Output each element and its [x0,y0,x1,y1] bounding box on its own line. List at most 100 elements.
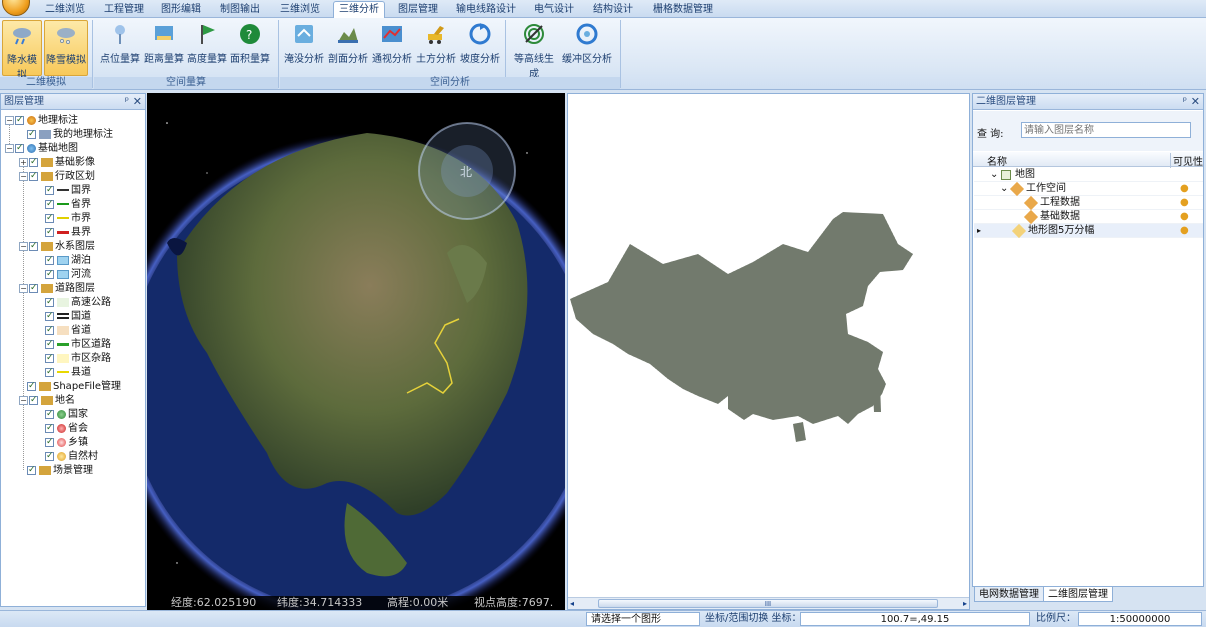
tab-project[interactable]: 工程管理 [98,2,150,18]
scroll-right-icon[interactable]: ▸ [963,599,967,608]
checkbox[interactable] [15,142,24,155]
coord-toggle-label[interactable]: 坐标/范围切换 坐标： [705,612,802,626]
tab-map-output[interactable]: 制图输出 [214,2,266,18]
pin-icon[interactable]: ᵖ [1183,94,1187,110]
tree-node[interactable]: 场景管理 [27,464,93,477]
tree-node[interactable]: −行政区划 [19,170,95,183]
checkbox[interactable] [29,170,38,183]
tree-node[interactable]: 国界 [45,184,91,197]
checkbox[interactable] [45,184,54,197]
bulb-icon[interactable]: ● [1180,196,1189,210]
checkbox[interactable] [45,422,54,435]
snow-sim-button[interactable]: 降雪模拟 [44,20,88,76]
table-row[interactable]: 工程数据 ● [974,195,1203,211]
tree-node[interactable]: 市界 [45,212,91,225]
earthwork-analysis-button[interactable]: 土方分析 [416,20,456,76]
rain-sim-button[interactable]: 降水模拟 [2,20,42,81]
checkbox[interactable] [45,408,54,421]
tab-3d-analysis[interactable]: 三维分析 [333,1,385,19]
tree-node[interactable]: 河流 [45,268,91,281]
tree-node[interactable]: ShapeFile管理 [27,380,121,393]
contour-generate-button[interactable]: 等高线生成 [510,20,558,80]
tree-node[interactable]: 省界 [45,198,91,211]
area-measure-button[interactable]: ? 面积量算 [230,20,270,76]
table-row[interactable]: 基础数据 ● [974,209,1203,225]
app-menu-button[interactable] [2,0,30,16]
checkbox[interactable] [29,156,38,169]
horizontal-scrollbar[interactable]: ◂ III ▸ [568,597,969,609]
checkbox[interactable] [45,310,54,323]
tab-graphic-edit[interactable]: 图形编辑 [156,2,206,18]
tree-node[interactable]: −道路图层 [19,282,95,295]
layer-search-input[interactable] [1021,122,1191,138]
checkbox[interactable] [29,394,38,407]
tree-node[interactable]: 乡镇 [45,436,88,449]
table-row[interactable]: ⌄ 工作空间 ● [974,181,1203,197]
checkbox[interactable] [45,212,54,225]
tree-node[interactable]: 国道 [45,310,91,323]
close-icon[interactable]: ✕ [1191,94,1200,110]
checkbox[interactable] [27,464,36,477]
buffer-analysis-button[interactable]: 缓冲区分析 [562,20,612,76]
tab-2d-layer-manage[interactable]: 二维图层管理 [1043,587,1113,602]
tab-line-design[interactable]: 输电线路设计 [451,2,521,18]
tree-node[interactable]: 自然村 [45,450,98,463]
tree-node[interactable]: −基础地图 [5,142,78,155]
tree-node[interactable]: −地理标注 [5,114,78,127]
checkbox[interactable] [45,254,54,267]
tree-node[interactable]: 县界 [45,226,91,239]
globe-3d-view[interactable]: 北 [147,93,565,610]
navigation-compass[interactable]: 北 [418,122,516,220]
distance-measure-button[interactable]: 距离量算 [144,20,184,76]
tree-node[interactable]: 市区道路 [45,338,111,351]
tab-electric-design[interactable]: 电气设计 [530,2,578,18]
bulb-icon[interactable]: ● [1180,210,1189,224]
checkbox[interactable] [45,324,54,337]
table-row[interactable]: ⌄ 地图 [974,168,1203,182]
checkbox[interactable] [45,296,54,309]
checkbox[interactable] [45,226,54,239]
checkbox[interactable] [45,268,54,281]
col-name-header[interactable]: 名称 [987,153,1007,168]
tab-raster-data[interactable]: 栅格数据管理 [648,2,718,18]
tab-layer-manage[interactable]: 图层管理 [393,2,443,18]
tree-node[interactable]: 市区杂路 [45,352,111,365]
tree-node[interactable]: 湖泊 [45,254,91,267]
table-row[interactable]: ▸ 地形图5万分幅 ● [974,223,1203,239]
bulb-icon[interactable]: ● [1180,182,1189,196]
tab-grid-data-manage[interactable]: 电网数据管理 [974,587,1044,602]
tree-node[interactable]: +基础影像 [19,156,95,169]
visibility-analysis-button[interactable]: 通视分析 [372,20,412,76]
checkbox[interactable] [15,114,24,127]
pin-icon[interactable]: ᵖ [125,94,129,110]
tab-2d-browse[interactable]: 二维浏览 [40,2,90,18]
scroll-left-icon[interactable]: ◂ [570,599,574,608]
checkbox[interactable] [29,240,38,253]
bulb-icon[interactable]: ● [1180,224,1189,238]
checkbox[interactable] [27,128,36,141]
checkbox[interactable] [27,380,36,393]
checkbox[interactable] [45,366,54,379]
col-visible-header[interactable]: 可见性 [1170,153,1203,168]
tree-node[interactable]: 省道 [45,324,91,337]
profile-analysis-button[interactable]: 剖面分析 [328,20,368,76]
checkbox[interactable] [45,436,54,449]
tab-3d-browse[interactable]: 三维浏览 [274,2,326,18]
checkbox[interactable] [45,450,54,463]
close-icon[interactable]: ✕ [133,94,142,110]
tab-structure-design[interactable]: 结构设计 [588,2,638,18]
point-measure-button[interactable]: 点位量算 [100,20,140,76]
tree-node[interactable]: 国家 [45,408,88,421]
checkbox[interactable] [29,282,38,295]
scroll-thumb[interactable]: III [598,599,938,608]
tree-node[interactable]: −地名 [19,394,75,407]
tree-node[interactable]: 我的地理标注 [27,128,113,141]
tree-node[interactable]: 省会 [45,422,88,435]
checkbox[interactable] [45,352,54,365]
checkbox[interactable] [45,198,54,211]
map-2d-view[interactable]: ◂ III ▸ [567,93,970,610]
tree-node[interactable]: 高速公路 [45,296,111,309]
tree-node[interactable]: 县道 [45,366,91,379]
flood-analysis-button[interactable]: 淹没分析 [284,20,324,76]
slope-analysis-button[interactable]: 坡度分析 [460,20,500,76]
